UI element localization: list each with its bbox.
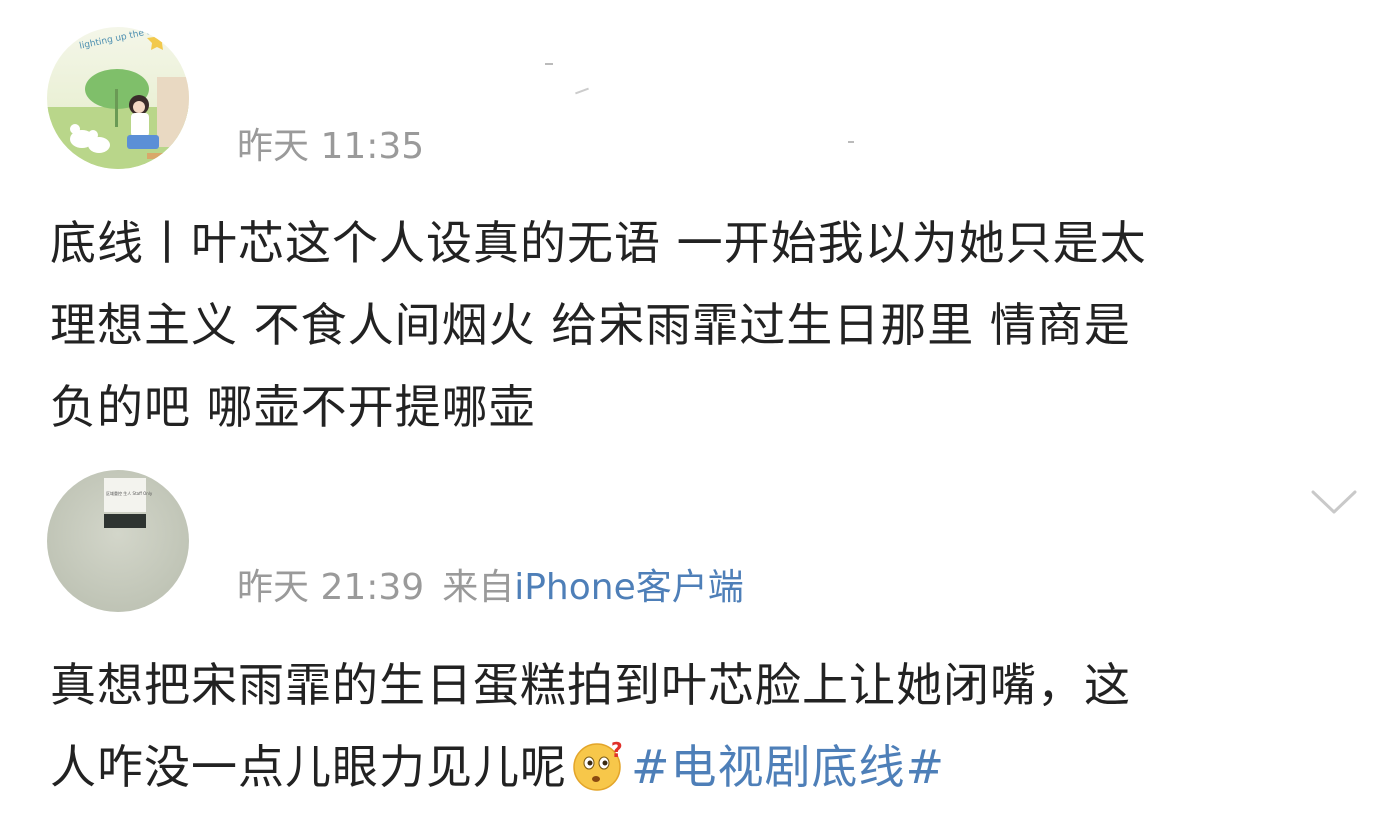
avatar[interactable]: 区域重控 生人 Staff Only bbox=[47, 470, 189, 612]
comment-item: 区域重控 生人 Staff Only 昨天 21:39 来自iPhone客户端 真… bbox=[0, 440, 1400, 831]
post-text-line: 理想主义 不食人间烟火 给宋雨霏过生日那里 情商是 bbox=[50, 298, 1131, 352]
post-text-line: 真想把宋雨霏的生日蛋糕拍到叶芯脸上让她闭嘴，这 bbox=[50, 658, 1131, 712]
post-time: 昨天 11:35 bbox=[237, 126, 425, 167]
post-text-line: 底线丨叶芯这个人设真的无语 一开始我以为她只是太 bbox=[50, 216, 1147, 270]
svg-text:?: ? bbox=[611, 738, 624, 762]
thinking-face-emoji: ? bbox=[573, 738, 624, 791]
post-meta: 昨天 11:35 bbox=[237, 127, 424, 167]
avatar-photo: 区域重控 生人 Staff Only bbox=[47, 470, 189, 612]
hashtag-link[interactable]: #电视剧底线# bbox=[631, 740, 945, 794]
avatar-illustration: lighting up the stars bbox=[47, 27, 189, 169]
post-text-line-2: 人咋没一点儿眼力见儿呢 ? #电视剧底线# bbox=[50, 726, 1360, 808]
post-text-line: 负的吧 哪壶不开提哪壶 bbox=[50, 380, 536, 434]
avatar-sign: 区域重控 生人 Staff Only bbox=[106, 490, 153, 496]
avatar[interactable]: lighting up the stars bbox=[47, 27, 189, 169]
chevron-down-icon[interactable] bbox=[1310, 488, 1358, 516]
post-time: 昨天 21:39 bbox=[237, 567, 425, 608]
post-text: 真想把宋雨霏的生日蛋糕拍到叶芯脸上让她闭嘴，这 人咋没一点儿眼力见儿呢 ? #电… bbox=[50, 644, 1360, 808]
source-label: 来自 bbox=[442, 567, 515, 608]
post-text: 底线丨叶芯这个人设真的无语 一开始我以为她只是太 理想主义 不食人间烟火 给宋雨… bbox=[50, 202, 1360, 448]
comment-item: lighting up the stars 昨天 11:35 底线丨叶芯这个人设… bbox=[0, 0, 1400, 440]
post-text-segment: 人咋没一点儿眼力见儿呢 bbox=[50, 740, 567, 794]
post-meta: 昨天 21:39 来自iPhone客户端 bbox=[237, 568, 744, 608]
client-link[interactable]: iPhone客户端 bbox=[514, 567, 744, 608]
